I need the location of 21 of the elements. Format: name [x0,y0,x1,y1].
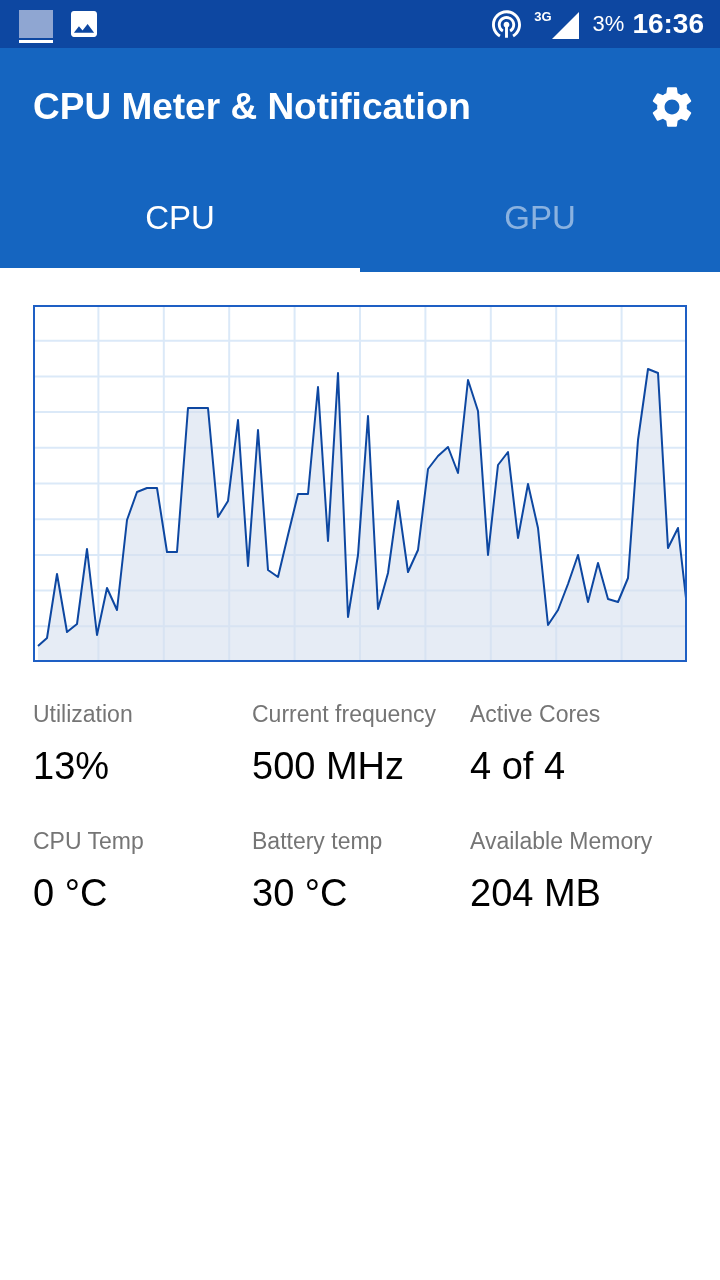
stat-label: Utilization [33,700,133,728]
stat-value: 13% [33,744,110,788]
signal-icon [551,11,579,39]
battery-percent: 3% [592,11,625,37]
app-title: CPU Meter & Notification [33,85,471,128]
stat-label: Battery temp [252,827,383,855]
stat-value: 4 of 4 [470,744,566,788]
stat-label: CPU Temp [33,827,144,855]
stat-label: Active Cores [470,700,601,728]
stat-value: 204 MB [470,871,601,915]
stat-label: Available Memory [470,827,653,855]
stat-value: 0 °C [33,871,108,915]
stat-value: 500 MHz [252,744,405,788]
stat-label: Current frequency [252,700,437,728]
clock-time: 16:36 [632,8,704,40]
hotspot-icon [492,10,522,38]
image-icon [71,11,97,37]
app-notification-icon [19,9,53,43]
network-type-label: 3G [534,10,552,23]
settings-icon[interactable] [652,86,692,127]
stat-value: 30 °C [252,871,348,915]
